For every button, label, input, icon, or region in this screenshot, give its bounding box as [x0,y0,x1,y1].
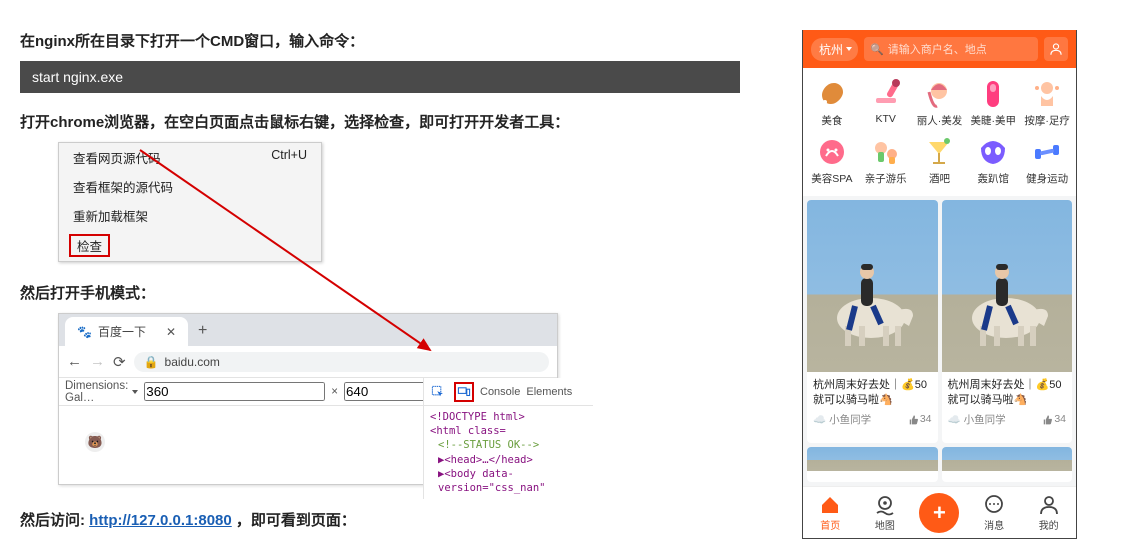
kids-icon [870,136,902,168]
card-title: 杭州周末好去处｜💰50就可以骑马啦🐴 [807,372,938,412]
new-tab-button[interactable]: + [198,322,207,340]
feed-grid: 杭州周末好去处｜💰50就可以骑马啦🐴 ☁️小鱼同学 34 杭州周末好去处｜💰50… [803,196,1076,486]
instruction-step4: 然后访问: http://127.0.0.1:8080 ，即可看到页面： [20,509,780,530]
category-label: 酒吧 [929,171,950,186]
card-user: 小鱼同学 [829,412,871,427]
like-button[interactable]: 34 [907,413,932,425]
spa-icon [816,136,848,168]
ctx-inspect-label: 检查 [69,234,110,257]
user-icon-button[interactable] [1044,37,1068,61]
local-url-link[interactable]: http://127.0.0.1:8080 [89,512,232,529]
category-label: 轰趴馆 [978,171,1010,186]
instruction-step1: 在nginx所在目录下打开一个CMD窗口，输入命令： [20,30,780,51]
instruction-step2: 打开chrome浏览器，在空白页面点击鼠标右键，选择检查，即可打开开发者工具： [20,111,780,132]
tab-home[interactable]: 首页 [803,494,858,532]
category-item[interactable]: 美睫·美甲 [966,74,1020,132]
card-user: 小鱼同学 [964,412,1006,427]
category-label: 按摩·足疗 [1024,113,1070,128]
tab-mine[interactable]: 我的 [1021,494,1076,532]
search-input[interactable]: 🔍 请输入商户名、地点 [864,37,1038,61]
tab-map[interactable]: 地图 [858,494,913,532]
card-title: 杭州周末好去处｜💰50就可以骑马啦🐴 [942,372,1073,412]
tab-messages[interactable]: 消息 [967,494,1022,532]
search-icon: 🔍 [870,43,884,56]
category-item[interactable]: 美食 [805,74,859,132]
category-label: KTV [875,113,895,125]
category-item[interactable]: KTV [859,74,913,132]
category-item[interactable]: 健身运动 [1020,132,1074,190]
city-selector[interactable]: 杭州 [811,38,858,61]
context-menu-screenshot: 查看网页源代码 Ctrl+U 查看框架的源代码 重新加载框架 检查 [58,142,780,262]
ctx-inspect[interactable]: 检查 [59,230,321,261]
cocktail-icon [923,136,955,168]
baidu-logo-icon: 🐻 [85,432,105,452]
browser-screenshot: 🐾 百度一下 ✕ + ← → ⟳ 🔒 baidu.com Dimensions:… [58,313,558,485]
dumbbell-icon [1031,136,1063,168]
category-item[interactable]: 美容SPA [805,132,859,190]
lock-icon: 🔒 [144,355,159,369]
category-label: 美睫·美甲 [971,113,1017,128]
mic-icon [870,78,902,110]
category-label: 美食 [821,113,842,128]
dimensions-selector[interactable]: Dimensions: Gal… [65,380,138,404]
device-toggle-icon[interactable] [454,382,474,402]
category-item[interactable]: 按摩·足疗 [1020,74,1074,132]
cloud-icon: ☁️ [813,413,826,426]
url-text: baidu.com [165,355,220,369]
mask-icon [977,136,1009,168]
browser-tab-title: 百度一下 [98,323,146,340]
category-item[interactable]: 丽人·美发 [913,74,967,132]
baidu-favicon: 🐾 [77,325,92,339]
close-tab-icon[interactable]: ✕ [166,325,176,339]
mobile-app-screenshot: 杭州 🔍 请输入商户名、地点 美食 KTV 丽人·美发美睫·美甲按摩·足疗美容SPA… [802,30,1077,539]
nav-fwd-icon[interactable]: → [90,353,105,371]
feed-card[interactable]: 杭州周末好去处｜💰50就可以骑马啦🐴 ☁️小鱼同学 34 [942,200,1073,443]
ctx-view-source-label: 查看网页源代码 [73,148,161,167]
category-label: 丽人·美发 [917,113,963,128]
ctx-view-frame-source[interactable]: 查看框架的源代码 [59,172,321,201]
chicken-icon [816,78,848,110]
code-block: start nginx.exe [20,61,740,93]
category-item[interactable]: 酒吧 [913,132,967,190]
massage-icon [1031,78,1063,110]
devtab-console[interactable]: Console [480,386,520,398]
plus-icon: + [919,493,959,533]
nav-back-icon[interactable]: ← [67,353,82,371]
category-label: 健身运动 [1026,171,1068,186]
chevron-down-icon [132,390,138,394]
nail-icon [977,78,1009,110]
tab-add-button[interactable]: + [912,493,967,533]
inspect-element-icon[interactable] [428,382,448,402]
nav-reload-icon[interactable]: ⟳ [113,353,126,371]
ctx-view-source-shortcut: Ctrl+U [271,148,307,167]
feed-card[interactable] [807,447,938,482]
feed-card[interactable]: 杭州周末好去处｜💰50就可以骑马啦🐴 ☁️小鱼同学 34 [807,200,938,443]
category-grid: 美食 KTV 丽人·美发美睫·美甲按摩·足疗美容SPA 亲子游乐 酒吧 轰趴馆 健身运动 [803,68,1076,196]
category-item[interactable]: 亲子游乐 [859,132,913,190]
category-label: 亲子游乐 [865,171,907,186]
address-bar[interactable]: 🔒 baidu.com [134,352,549,372]
browser-tab[interactable]: 🐾 百度一下 ✕ [65,317,188,346]
devtools-source: <!DOCTYPE html> <html class= <!--STATUS … [424,406,593,499]
like-button[interactable]: 34 [1041,413,1066,425]
devtab-elements[interactable]: Elements [526,386,572,398]
hair-icon [923,78,955,110]
chevron-down-icon [846,47,852,51]
category-item[interactable]: 轰趴馆 [966,132,1020,190]
devtools-panel: 手机模式 Console Elements <!DOCTYPE html> <h… [423,378,593,499]
bottom-tabbar: 首页 地图 + 消息 我的 [803,486,1076,538]
ctx-view-source[interactable]: 查看网页源代码 Ctrl+U [59,143,321,172]
width-input[interactable] [144,382,325,401]
cloud-icon: ☁️ [948,413,961,426]
ctx-reload-frame[interactable]: 重新加载框架 [59,201,321,230]
feed-card[interactable] [942,447,1073,482]
instruction-step3: 然后打开手机模式： [20,282,780,303]
category-label: 美容SPA [811,171,852,186]
